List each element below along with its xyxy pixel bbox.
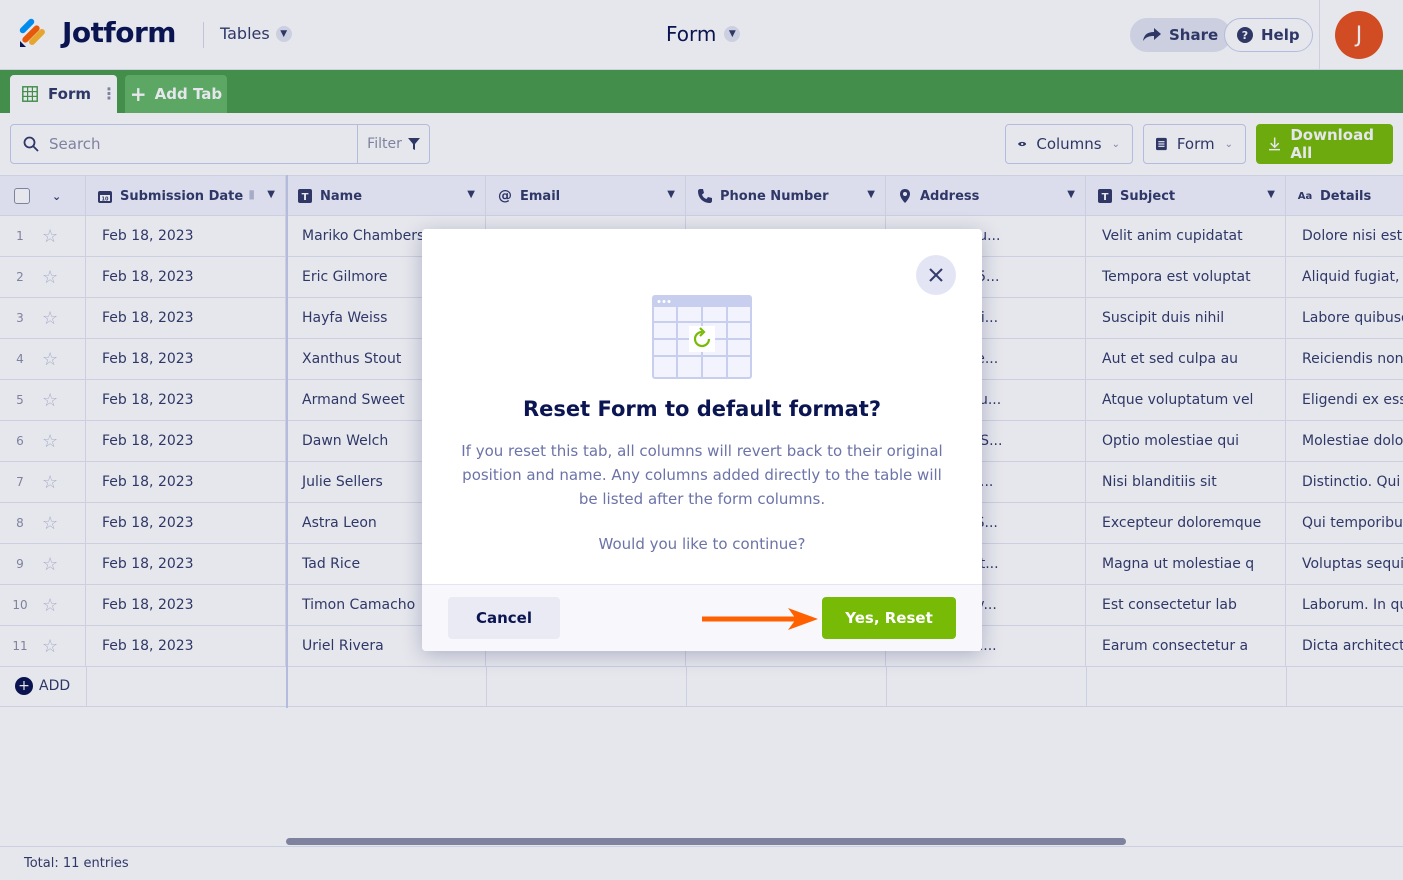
dialog-description: If you reset this tab, all columns will …	[461, 442, 943, 508]
yes-reset-button[interactable]: Yes, Reset	[822, 597, 956, 639]
dialog-footer: Cancel Yes, Reset	[422, 584, 982, 651]
cancel-button[interactable]: Cancel	[448, 597, 560, 639]
reset-table-illustration-icon	[652, 295, 752, 379]
arrow-right-icon	[702, 608, 818, 630]
dialog-question: Would you like to continue?	[598, 535, 806, 553]
close-icon	[929, 268, 943, 282]
reset-form-dialog: Reset Form to default format? If you res…	[422, 229, 982, 651]
dialog-title: Reset Form to default format?	[522, 397, 882, 421]
close-button[interactable]	[916, 255, 956, 295]
